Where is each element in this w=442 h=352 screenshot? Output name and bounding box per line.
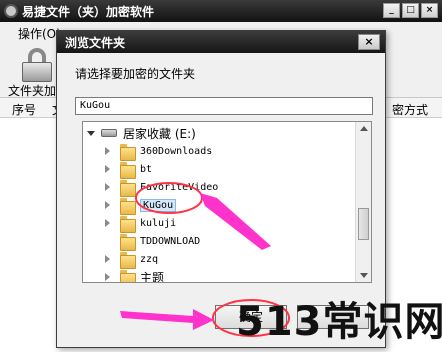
scroll-up-icon[interactable] (360, 126, 368, 131)
collapse-arrow-icon[interactable] (105, 183, 110, 191)
dialog-prompt: 请选择要加密的文件夹 (75, 67, 196, 81)
tree-item-label: kuluji (140, 217, 177, 229)
folder-icon (120, 179, 136, 197)
close-button[interactable]: × (421, 3, 438, 18)
expand-arrow-icon[interactable] (87, 130, 95, 136)
window-controls: _ □ × (383, 3, 438, 18)
folder-tree[interactable]: 居家收藏 (E:) 360Downloads bt FavoriteVideo … (82, 121, 372, 283)
app-titlebar: 易捷文件（夹）加密软件 _ □ × (0, 0, 442, 22)
tree-item-label: 居家收藏 (E:) (123, 126, 196, 141)
collapse-arrow-icon[interactable] (105, 219, 110, 227)
column-index[interactable]: 序号 (12, 101, 36, 118)
folder-icon (120, 197, 136, 215)
folder-icon (120, 233, 136, 251)
app-title: 易捷文件（夹）加密软件 (22, 4, 155, 19)
tree-item-favoritevideo[interactable]: FavoriteVideo (105, 178, 219, 197)
menu-operate[interactable]: 操作(O) (18, 25, 61, 42)
tree-item-360downloads[interactable]: 360Downloads (105, 142, 213, 161)
folder-icon (120, 251, 136, 269)
collapse-arrow-icon[interactable] (105, 273, 110, 281)
tree-item-zzq[interactable]: zzq (105, 250, 159, 269)
dialog-title: 浏览文件夹 (65, 35, 126, 50)
scroll-thumb[interactable] (358, 208, 369, 240)
app-icon (4, 4, 18, 18)
collapse-arrow-icon[interactable] (105, 255, 110, 263)
folder-icon (120, 215, 136, 233)
site-watermark: 513常识网 (236, 299, 442, 345)
dialog-close-button[interactable]: × (358, 34, 380, 50)
collapse-arrow-icon[interactable] (105, 201, 110, 209)
tree-item-label: FavoriteVideo (140, 181, 219, 193)
scroll-down-icon[interactable] (360, 273, 368, 278)
folder-path-field[interactable]: KuGou (75, 97, 373, 115)
lock-icon[interactable] (22, 48, 52, 82)
tree-item-label: zzq (140, 253, 159, 265)
maximize-button[interactable]: □ (402, 3, 419, 18)
drive-icon (101, 129, 117, 137)
minimize-button[interactable]: _ (383, 3, 400, 18)
tree-item-theme[interactable]: 主题 (105, 268, 165, 283)
tree-item-label: TDDOWNLOAD (140, 235, 201, 247)
dialog-titlebar: 浏览文件夹 × (57, 31, 385, 53)
tree-item-label: KuGou (140, 198, 177, 212)
tree-item-label: bt (140, 163, 153, 175)
tree-item-kuluji[interactable]: kuluji (105, 214, 177, 233)
tree-item-tddownload[interactable]: TDDOWNLOAD (105, 232, 201, 251)
tree-scrollbar[interactable] (355, 122, 371, 282)
folder-icon (120, 161, 136, 179)
column-encrypt-mode[interactable]: 密方式 (392, 101, 428, 118)
folder-icon (120, 269, 136, 282)
tree-item-label: 360Downloads (140, 145, 213, 157)
collapse-arrow-icon[interactable] (105, 165, 110, 173)
folder-icon (120, 143, 136, 161)
tree-item-kugou[interactable]: KuGou (105, 196, 177, 215)
tree-item-drive-e[interactable]: 居家收藏 (E:) (87, 124, 196, 142)
tree-item-label: 主题 (140, 270, 165, 283)
collapse-arrow-icon[interactable] (105, 147, 110, 155)
tree-item-bt[interactable]: bt (105, 160, 153, 179)
